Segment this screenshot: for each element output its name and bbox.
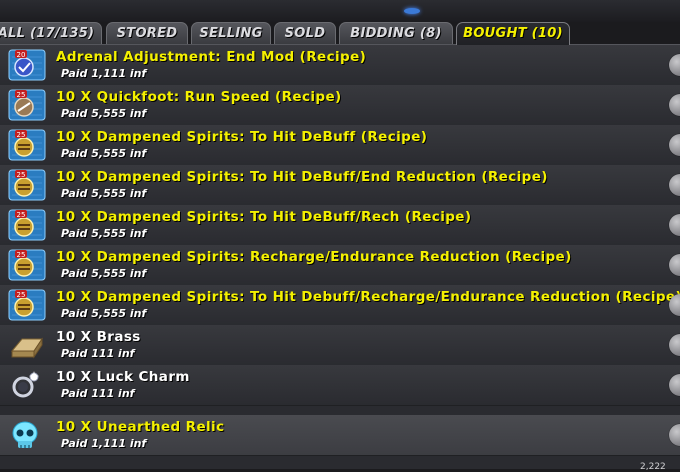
svg-text:25: 25 bbox=[17, 291, 26, 299]
item-paid-price: Paid 5,555 inf bbox=[61, 187, 147, 200]
item-paid-price: Paid 1,111 inf bbox=[61, 437, 147, 450]
row-action-button[interactable] bbox=[669, 294, 680, 316]
list-item[interactable]: 25 10 X Dampened Spirits: To Hit DeBuff/… bbox=[0, 165, 680, 206]
svg-text:25: 25 bbox=[17, 211, 26, 219]
row-action-button[interactable] bbox=[669, 254, 680, 276]
list-item[interactable]: 25 10 X Dampened Spirits: To Hit DeBuff … bbox=[0, 125, 680, 166]
list-item[interactable]: 25 10 X Dampened Spirits: To Hit DeBuff/… bbox=[0, 205, 680, 246]
item-paid-price: Paid 1,111 inf bbox=[61, 67, 147, 80]
list-item[interactable]: 25 10 X Quickfoot: Run Speed (Recipe) Pa… bbox=[0, 85, 680, 126]
recipe-icon: 25 bbox=[8, 209, 46, 241]
item-name: 10 X Unearthed Relic bbox=[56, 419, 225, 435]
row-action-button[interactable] bbox=[669, 94, 680, 116]
item-name: 10 X Dampened Spirits: Recharge/Enduranc… bbox=[56, 249, 572, 265]
item-name: 10 X Dampened Spirits: To Hit Debuff/Rec… bbox=[56, 289, 680, 305]
window-top-bar bbox=[0, 0, 680, 22]
recipe-icon: 25 bbox=[8, 129, 46, 161]
list-item[interactable]: 20 Adrenal Adjustment: End Mod (Recipe) … bbox=[0, 45, 680, 86]
item-paid-price: Paid 5,555 inf bbox=[61, 107, 147, 120]
recipe-icon: 25 bbox=[8, 169, 46, 201]
item-name: 10 X Dampened Spirits: To Hit DeBuff/Rec… bbox=[56, 209, 472, 225]
skull-relic-icon bbox=[12, 421, 38, 448]
item-paid-price: Paid 5,555 inf bbox=[61, 147, 147, 160]
item-paid-price: Paid 111 inf bbox=[61, 387, 135, 400]
svg-text:25: 25 bbox=[17, 91, 26, 99]
svg-text:25: 25 bbox=[17, 251, 26, 259]
item-paid-price: Paid 5,555 inf bbox=[61, 307, 147, 320]
row-action-button[interactable] bbox=[669, 374, 680, 396]
svg-text:25: 25 bbox=[17, 131, 26, 139]
row-action-button[interactable] bbox=[669, 174, 680, 196]
list-item[interactable]: 25 10 X Dampened Spirits: Recharge/Endur… bbox=[0, 245, 680, 286]
svg-text:25: 25 bbox=[17, 171, 26, 179]
svg-text:20: 20 bbox=[17, 51, 26, 59]
tab-bar: ALL (17/135) STORED SELLING SOLD BIDDING… bbox=[0, 22, 680, 45]
row-action-button[interactable] bbox=[669, 214, 680, 236]
tab-bidding[interactable]: BIDDING (8) bbox=[339, 22, 453, 44]
recipe-icon: 25 bbox=[8, 289, 46, 321]
list-item[interactable]: 25 10 X Dampened Spirits: To Hit Debuff/… bbox=[0, 285, 680, 326]
bought-items-list: 20 Adrenal Adjustment: End Mod (Recipe) … bbox=[0, 45, 680, 469]
tab-sold[interactable]: SOLD bbox=[274, 22, 336, 44]
row-action-button[interactable] bbox=[669, 134, 680, 156]
row-action-button[interactable] bbox=[669, 334, 680, 356]
recipe-icon: 25 bbox=[8, 249, 46, 281]
item-paid-price: Paid 111 inf bbox=[61, 347, 135, 360]
list-item[interactable]: 10 X Brass Paid 111 inf bbox=[0, 325, 680, 366]
item-name: 10 X Brass bbox=[56, 329, 141, 345]
window-grip-icon[interactable] bbox=[404, 8, 420, 14]
item-name: 10 X Dampened Spirits: To Hit DeBuff/End… bbox=[56, 169, 548, 185]
item-name: 10 X Quickfoot: Run Speed (Recipe) bbox=[56, 89, 342, 105]
recipe-icon: 20 bbox=[8, 49, 46, 81]
item-paid-price: Paid 5,555 inf bbox=[61, 227, 147, 240]
item-paid-price: Paid 5,555 inf bbox=[61, 267, 147, 280]
row-action-button[interactable] bbox=[669, 424, 680, 446]
list-item[interactable]: 10 X Unearthed Relic Paid 1,111 inf bbox=[0, 415, 680, 456]
tab-stored[interactable]: STORED bbox=[106, 22, 188, 44]
item-name: 10 X Luck Charm bbox=[56, 369, 190, 385]
brass-ingot-icon bbox=[10, 337, 43, 359]
item-name: 10 X Dampened Spirits: To Hit DeBuff (Re… bbox=[56, 129, 428, 145]
row-action-button[interactable] bbox=[669, 54, 680, 76]
recipe-icon: 25 bbox=[8, 89, 46, 121]
footer-value: 2,222 bbox=[640, 462, 666, 472]
tab-bought[interactable]: BOUGHT (10) bbox=[456, 22, 570, 45]
tab-selling[interactable]: SELLING bbox=[191, 22, 271, 44]
luck-charm-icon bbox=[12, 371, 39, 398]
item-name: Adrenal Adjustment: End Mod (Recipe) bbox=[56, 49, 367, 65]
list-item[interactable]: 10 X Luck Charm Paid 111 inf bbox=[0, 365, 680, 406]
tab-all[interactable]: ALL (17/135) bbox=[0, 22, 102, 44]
